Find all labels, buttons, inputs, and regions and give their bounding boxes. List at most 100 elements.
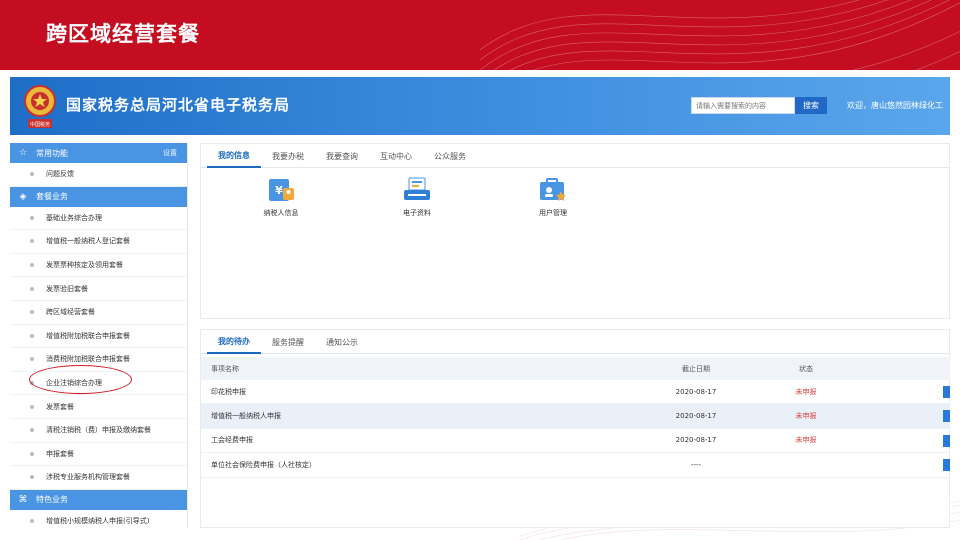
sidebar-section-special[interactable]: ⌘ 特色业务 [10,489,187,510]
quick-link-taxpayer-info[interactable]: ¥ 纳税人信息 [241,176,321,218]
sidebar-item-label: 跨区域经营套餐 [46,308,95,317]
quick-link-label: 用户管理 [539,209,567,217]
sidebar-item-agency-management[interactable]: 涉税专业服务机构管理套餐 [10,466,187,490]
sidebar-item-small-scale-vat[interactable]: 增值税小规模纳税人申报(引导式) [10,510,187,528]
todo-item-name: 增值税一般纳税人申报 [211,412,281,421]
bullet-icon [30,172,34,177]
todo-panel: 我的待办 服务提醒 通知公示 事项名称 截止日期 状态 印花税申报 2020-0… [200,329,950,528]
star-icon: ☆ [18,148,28,158]
todo-item-name: 工会经费申报 [211,436,253,445]
table-header: 事项名称 截止日期 状态 [201,357,950,380]
row-action-button[interactable] [943,459,950,472]
emblem-caption: 中国税务 [30,121,50,128]
sidebar-item-label: 发票验旧套餐 [46,284,88,293]
bullet-icon [30,310,34,315]
sidebar-item-invoice-type[interactable]: 发票票种核定及领用套餐 [10,254,187,278]
bullet-icon [30,404,34,409]
search-input[interactable] [691,97,795,114]
portal-header: 中国税务 国家税务总局河北省电子税务局 搜索 欢迎，唐山悠然园林绿化工 [10,77,950,135]
sidebar-section-label: 特色业务 [36,495,68,505]
quick-link-user-management[interactable]: 用户管理 [513,176,593,218]
table-row[interactable]: 印花税申报 2020-08-17 未申报 [201,380,950,405]
tab-interaction[interactable]: 互动中心 [369,144,423,168]
wave-decoration [480,0,960,70]
quick-link-electronic-data[interactable]: 电子资料 [377,176,457,218]
sidebar-section-label: 套餐业务 [36,192,68,202]
todo-item-name: 印花税申报 [211,387,246,396]
sidebar-item-label: 发票票种核定及领用套餐 [46,261,123,270]
tax-emblem-icon: 中国税务 [24,85,56,128]
sidebar-item-vat-registration[interactable]: 增值税一般纳税人登记套餐 [10,230,187,254]
sidebar-item-label: 增值税一般纳税人登记套餐 [46,237,130,246]
bullet-icon [30,519,34,524]
info-panel: 我的信息 我要办税 我要查询 互动中心 公众服务 ¥ 纳税人信息 电子资料 用户… [200,143,950,319]
table-row[interactable]: 单位社会保险费申报（人社核定） ---- [201,453,950,478]
sidebar-item-tax-clearance[interactable]: 清税注销税（费）申报及缴纳套餐 [10,419,187,443]
bullet-icon [30,451,34,456]
sidebar-item-feedback[interactable]: 问题反馈 [10,163,187,187]
tax-portal-window: 中国税务 国家税务总局河北省电子税务局 搜索 欢迎，唐山悠然园林绿化工 ☆ 常用… [10,77,950,528]
sidebar-item-invoice-check[interactable]: 发票验旧套餐 [10,277,187,301]
todo-table: 事项名称 截止日期 状态 印花税申报 2020-08-17 未申报 增值税一般纳… [201,357,950,478]
slide-banner: 跨区域经营套餐 [0,0,960,70]
todo-tabs: 我的待办 服务提醒 通知公示 [201,330,949,354]
sidebar-item-label: 申报套餐 [46,449,74,458]
highlight-annotation [29,365,132,394]
row-action-button[interactable] [943,434,950,447]
bullet-icon [30,475,34,480]
quick-link-label: 电子资料 [403,209,431,217]
tab-service-reminder[interactable]: 服务提醒 [261,330,315,354]
search-button[interactable]: 搜索 [795,97,827,114]
sidebar-item-cross-region[interactable]: 跨区域经营套餐 [10,301,187,325]
site-name: 国家税务总局河北省电子税务局 [66,96,291,114]
info-tabs: 我的信息 我要办税 我要查询 互动中心 公众服务 [201,144,949,168]
svg-text:¥: ¥ [275,184,283,197]
sidebar-item-label: 涉税专业服务机构管理套餐 [46,473,130,482]
sidebar-item-label: 清税注销税（费）申报及缴纳套餐 [46,426,151,435]
column-header-deadline: 截止日期 [682,364,710,373]
tab-public-service[interactable]: 公众服务 [423,144,477,168]
sidebar: ☆ 常用功能 设置 问题反馈 ◈ 套餐业务 基础业务综合办理 增值税一般纳税人登… [10,143,188,528]
tab-query[interactable]: 我要查询 [315,144,369,168]
bullet-icon [30,239,34,244]
slide-title: 跨区域经营套餐 [46,22,200,46]
todo-item-deadline: 2020-08-17 [675,436,717,445]
table-row[interactable]: 增值税一般纳税人申报 2020-08-17 未申报 [201,404,950,429]
row-action-button[interactable] [943,386,950,398]
sidebar-section-common[interactable]: ☆ 常用功能 设置 [10,143,187,163]
row-action-button[interactable] [943,410,950,423]
sidebar-item-declaration[interactable]: 申报套餐 [10,443,187,467]
bullet-icon [30,357,34,362]
column-header-status: 状态 [799,364,813,373]
bullet-icon [30,286,34,291]
todo-item-name: 单位社会保险费申报（人社核定） [211,460,316,469]
sidebar-item-label: 消费税附加税联合申报套餐 [46,355,130,364]
bullet-icon [30,428,34,433]
sidebar-section-packages[interactable]: ◈ 套餐业务 [10,186,187,207]
bullet-icon [30,333,34,338]
electronic-data-icon [404,177,430,200]
bullet-icon [30,263,34,268]
tab-notice[interactable]: 通知公示 [315,330,369,354]
column-header-name: 事项名称 [211,364,239,373]
sidebar-item-vat-surcharge[interactable]: 增值税附加税联合申报套餐 [10,325,187,349]
sidebar-section-label: 常用功能 [36,148,68,158]
sidebar-item-label: 增值税附加税联合申报套餐 [46,331,130,340]
sidebar-item-invoice-package[interactable]: 发票套餐 [10,395,187,419]
layers-icon: ◈ [19,191,27,202]
todo-item-status: 未申报 [795,387,817,396]
sidebar-settings-link[interactable]: 设置 [163,148,177,158]
sidebar-item-basic-business[interactable]: 基础业务综合办理 [10,207,187,231]
welcome-text: 欢迎，唐山悠然园林绿化工 [847,101,943,110]
sidebar-item-label: 增值税小规模纳税人申报(引导式) [46,517,150,526]
cluster-icon: ⌘ [18,494,28,505]
tab-my-todo[interactable]: 我的待办 [207,330,261,354]
user-management-icon [540,178,566,201]
tab-handle-tax[interactable]: 我要办税 [261,144,315,168]
tab-my-info[interactable]: 我的信息 [207,144,261,168]
sidebar-item-label: 基础业务综合办理 [46,213,102,222]
todo-item-deadline: ---- [690,460,702,469]
table-row[interactable]: 工会经费申报 2020-08-17 未申报 [201,429,950,454]
bullet-icon [30,215,34,220]
todo-item-deadline: 2020-08-17 [675,387,717,396]
